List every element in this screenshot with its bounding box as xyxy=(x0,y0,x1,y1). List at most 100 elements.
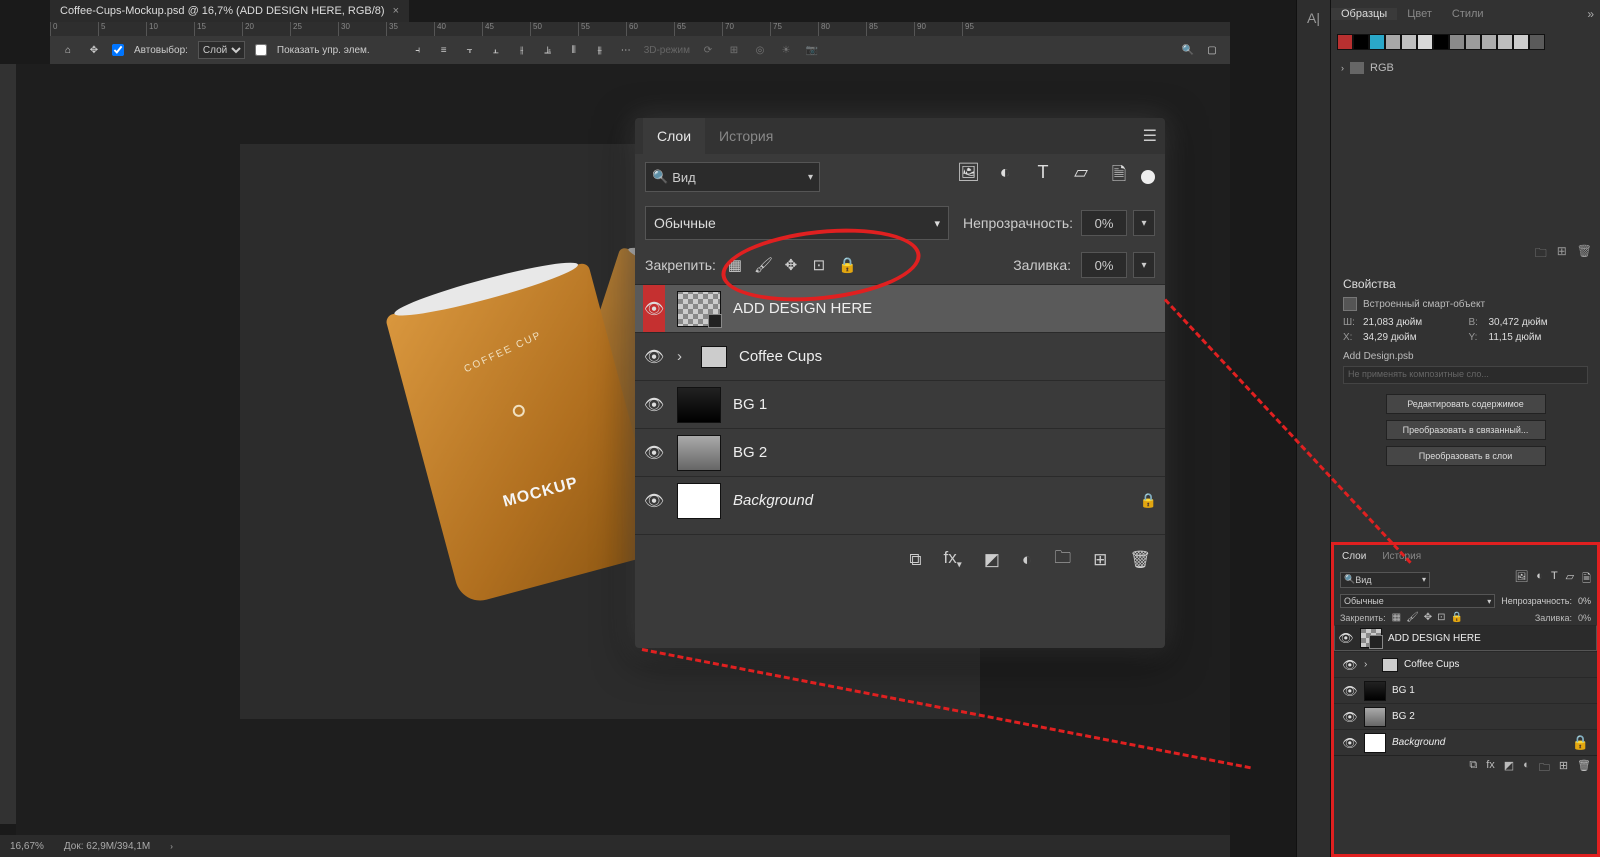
filter-toggle[interactable] xyxy=(1141,170,1155,184)
filter-shape-icon[interactable]: ▱ xyxy=(1071,162,1091,192)
autoselect-checkbox[interactable] xyxy=(112,44,124,56)
lock-icon[interactable]: 🔒 xyxy=(1140,492,1157,509)
width-value[interactable]: 21,083 дюйм xyxy=(1363,317,1463,328)
tab-layers[interactable]: Слои xyxy=(643,118,705,154)
swatch[interactable] xyxy=(1529,34,1545,50)
tab-styles[interactable]: Стили xyxy=(1442,8,1494,20)
swatch[interactable] xyxy=(1481,34,1497,50)
lock-artboard-icon[interactable]: ⊡ xyxy=(1437,612,1445,623)
filter-text-icon[interactable]: T xyxy=(1551,570,1558,589)
layer-filter-dropdown[interactable]: 🔍 Вид ▾ xyxy=(645,162,820,192)
layer-row-background[interactable]: 👁 Background 🔒 xyxy=(1334,729,1597,755)
filter-smart-icon[interactable]: 🗎 xyxy=(1582,570,1591,589)
convert-linked-button[interactable]: Преобразовать в связанный... xyxy=(1386,420,1546,440)
link-layers-icon[interactable]: ⧉ xyxy=(1469,759,1477,778)
lock-all-icon[interactable]: 🔒 xyxy=(838,256,856,274)
filter-adjust-icon[interactable]: ◐ xyxy=(1536,570,1543,589)
layer-name[interactable]: Coffee Cups xyxy=(739,348,822,365)
align-bottom-icon[interactable]: ⫡ xyxy=(540,42,556,58)
edit-contents-button[interactable]: Редактировать содержимое xyxy=(1386,394,1546,414)
visibility-icon[interactable]: 👁 xyxy=(1342,736,1358,750)
swatches-grid[interactable] xyxy=(1331,28,1600,56)
layer-row-bg2[interactable]: 👁 BG 2 xyxy=(1334,703,1597,729)
opacity-input[interactable]: 0% xyxy=(1081,210,1127,236)
layer-name[interactable]: ADD DESIGN HERE xyxy=(1388,633,1481,644)
visibility-icon[interactable]: 👁 xyxy=(643,491,665,511)
swatch-group-rgb[interactable]: › RGB xyxy=(1331,56,1600,80)
status-chevron-icon[interactable]: › xyxy=(170,842,173,851)
blend-mode-dropdown[interactable]: Обычные▾ xyxy=(1340,594,1495,608)
fill-input[interactable]: 0% xyxy=(1081,252,1127,278)
expand-icon[interactable]: › xyxy=(1364,659,1376,670)
layer-filter-dropdown[interactable]: 🔍 Вид▾ xyxy=(1340,572,1430,588)
layer-row-background[interactable]: 👁 Background 🔒 xyxy=(635,476,1165,524)
height-value[interactable]: 30,472 дюйм xyxy=(1489,317,1589,328)
filter-adjust-icon[interactable]: ◐ xyxy=(995,162,1015,192)
align-top-icon[interactable]: ⫠ xyxy=(488,42,504,58)
fill-dropdown[interactable]: ▾ xyxy=(1133,252,1155,278)
show-controls-checkbox[interactable] xyxy=(255,44,267,56)
visibility-icon[interactable]: 👁 xyxy=(1338,631,1354,645)
layer-name[interactable]: Background xyxy=(733,492,813,509)
mask-icon[interactable]: ◩ xyxy=(1504,759,1514,778)
delete-icon[interactable]: 🗑 xyxy=(1129,550,1151,570)
doc-size[interactable]: Док: 62,9M/394,1M xyxy=(64,841,150,852)
close-icon[interactable]: × xyxy=(393,5,399,17)
panel-menu-icon[interactable]: » xyxy=(1581,7,1600,21)
align-v-center-icon[interactable]: ⫲ xyxy=(514,42,530,58)
filter-text-icon[interactable]: T xyxy=(1033,162,1053,192)
new-layer-icon[interactable]: ⊞ xyxy=(1093,550,1107,570)
opacity-dropdown[interactable]: ▾ xyxy=(1133,210,1155,236)
layer-row-coffee-cups[interactable]: 👁 › Coffee Cups xyxy=(1334,651,1597,677)
y-value[interactable]: 11,15 дюйм xyxy=(1489,332,1589,343)
layer-row-bg1[interactable]: 👁 BG 1 xyxy=(1334,677,1597,703)
delete-icon[interactable]: 🗑 xyxy=(1577,759,1591,778)
autoselect-target[interactable]: Слой xyxy=(198,41,245,59)
collapsed-panel-strip[interactable]: A| xyxy=(1296,0,1330,857)
layer-thumbnail[interactable] xyxy=(1364,681,1386,701)
tab-color[interactable]: Цвет xyxy=(1397,8,1442,20)
swatch[interactable] xyxy=(1417,34,1433,50)
layer-name[interactable]: BG 1 xyxy=(733,396,767,413)
swatch[interactable] xyxy=(1337,34,1353,50)
layer-name[interactable]: BG 2 xyxy=(733,444,767,461)
visibility-icon[interactable]: 👁 xyxy=(1342,710,1358,724)
layer-thumbnail[interactable] xyxy=(1360,628,1382,648)
distribute-h-icon[interactable]: ⫴ xyxy=(566,42,582,58)
home-icon[interactable]: ⌂ xyxy=(60,42,76,58)
move-cross-icon[interactable]: ✥ xyxy=(86,42,102,58)
lock-icon[interactable]: 🔒 xyxy=(1572,734,1589,751)
opacity-value[interactable]: 0% xyxy=(1578,596,1591,606)
tab-layers[interactable]: Слои xyxy=(1334,545,1374,567)
convert-layers-button[interactable]: Преобразовать в слои xyxy=(1386,446,1546,466)
filter-shape-icon[interactable]: ▱ xyxy=(1566,570,1574,589)
adjustment-icon[interactable]: ◐ xyxy=(1523,759,1530,778)
more-icon[interactable]: ⋯ xyxy=(618,42,634,58)
group-icon[interactable]: 🗀 xyxy=(1539,759,1550,778)
layer-thumbnail[interactable] xyxy=(677,483,721,519)
new-layer-icon[interactable]: ⊞ xyxy=(1559,759,1568,778)
lock-transparency-icon[interactable]: ▦ xyxy=(726,256,744,274)
lock-pixels-icon[interactable]: 🖌 xyxy=(754,256,772,274)
swatch[interactable] xyxy=(1353,34,1369,50)
lock-all-icon[interactable]: 🔒 xyxy=(1451,612,1463,623)
x-value[interactable]: 34,29 дюйм xyxy=(1363,332,1463,343)
visibility-icon[interactable]: 👁 xyxy=(643,395,665,415)
layer-row-bg1[interactable]: 👁 BG 1 xyxy=(635,380,1165,428)
distribute-v-icon[interactable]: ⫵ xyxy=(592,42,608,58)
layer-thumbnail[interactable] xyxy=(1364,707,1386,727)
new-swatch-icon[interactable]: ⊞ xyxy=(1557,244,1567,265)
layer-row-add-design[interactable]: 👁 ADD DESIGN HERE xyxy=(635,284,1165,332)
swatch[interactable] xyxy=(1369,34,1385,50)
tab-history[interactable]: История xyxy=(705,118,787,154)
swatch[interactable] xyxy=(1433,34,1449,50)
lock-artboard-icon[interactable]: ⊡ xyxy=(810,256,828,274)
layer-row-bg2[interactable]: 👁 BG 2 xyxy=(635,428,1165,476)
layer-thumbnail[interactable] xyxy=(677,387,721,423)
lock-pixels-icon[interactable]: 🖌 xyxy=(1406,612,1419,623)
group-icon[interactable]: 🗀 xyxy=(1054,545,1071,574)
filter-pixel-icon[interactable]: 🖼 xyxy=(1514,570,1528,589)
align-right-icon[interactable]: ⫟ xyxy=(462,42,478,58)
visibility-icon[interactable]: 👁 xyxy=(643,347,665,367)
delete-swatch-icon[interactable]: 🗑 xyxy=(1577,244,1592,265)
